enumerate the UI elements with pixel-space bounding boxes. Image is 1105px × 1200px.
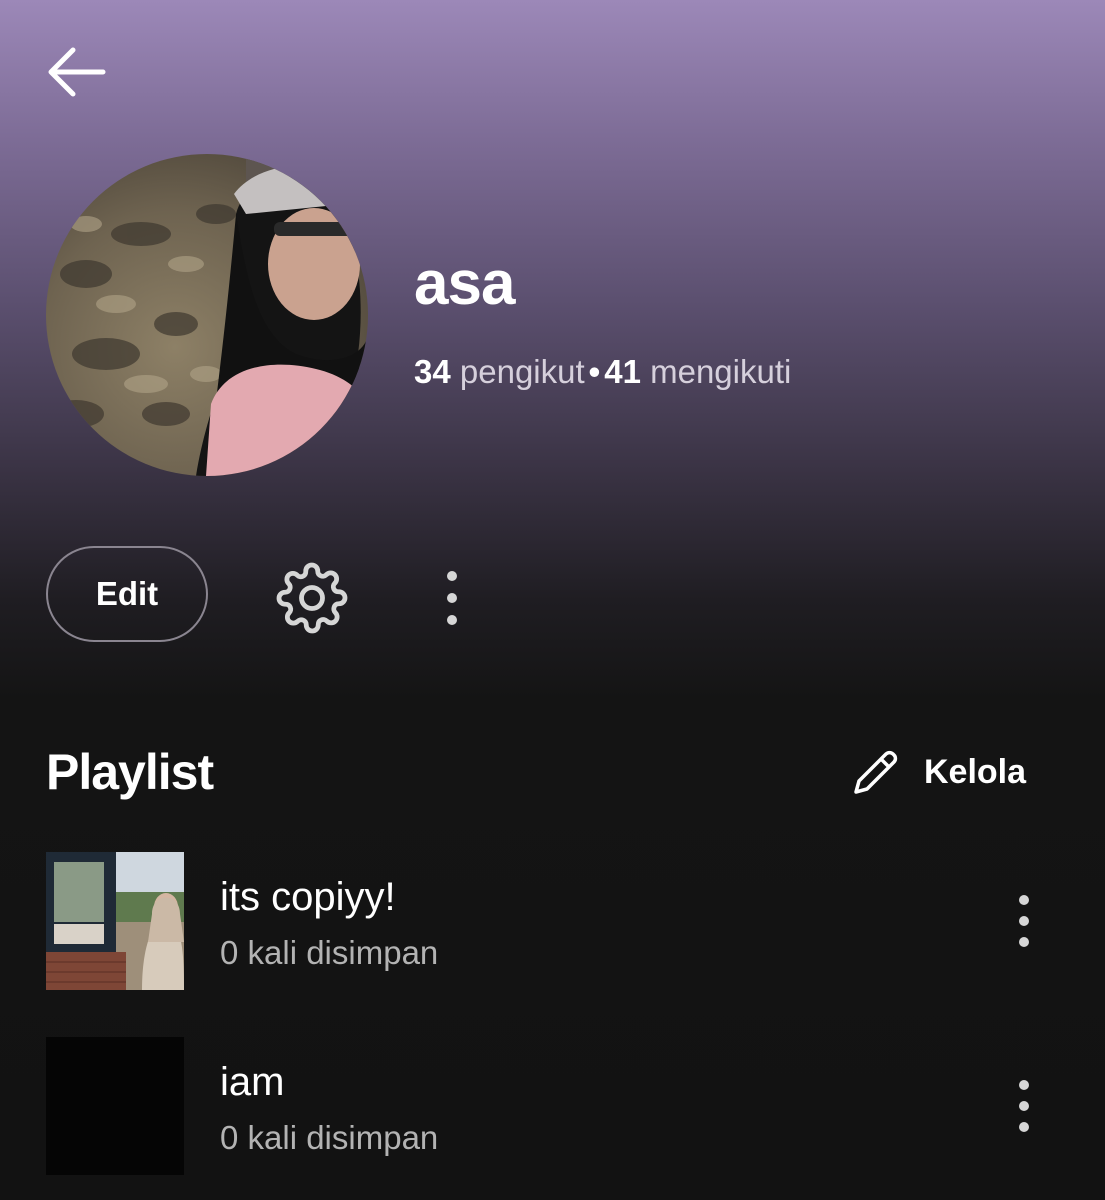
playlist-subtitle: 0 kali disimpan <box>220 934 439 971</box>
playlist-thumbnail <box>46 1037 184 1175</box>
manage-label: Kelola <box>924 752 1027 791</box>
avatar[interactable] <box>46 154 368 476</box>
playlist-heading: Playlist <box>46 744 214 800</box>
playlist-title: iam <box>220 1060 285 1104</box>
more-vertical-icon <box>1019 1080 1029 1132</box>
manage-button[interactable]: Kelola <box>850 740 1026 804</box>
arrow-left-icon <box>48 47 106 97</box>
following-count: 41 <box>604 353 641 390</box>
followers-count: 34 <box>414 353 451 390</box>
playlist-thumbnail <box>46 852 184 990</box>
more-button[interactable] <box>420 558 484 638</box>
more-vertical-icon <box>447 571 457 625</box>
stats-separator: • <box>588 353 601 390</box>
photo-thumbnail <box>46 852 184 990</box>
following-label: mengikuti <box>650 353 792 390</box>
playlist-item[interactable]: its copiyy! 0 kali disimpan <box>46 852 1056 990</box>
followers-label: pengikut <box>459 353 585 390</box>
more-vertical-icon <box>1019 895 1029 947</box>
follow-stats[interactable]: 34 pengikut • 41 mengikuti <box>414 350 791 394</box>
playlist-title: its copiyy! <box>220 875 396 919</box>
black-thumbnail <box>46 1037 184 1175</box>
gear-icon <box>276 562 348 634</box>
edit-button[interactable]: Edit <box>46 546 208 642</box>
pencil-icon <box>854 750 898 794</box>
playlist-item[interactable]: iam 0 kali disimpan <box>46 1037 1056 1175</box>
settings-button[interactable] <box>272 558 352 638</box>
playlist-subtitle: 0 kali disimpan <box>220 1119 439 1156</box>
playlist-more-button[interactable] <box>996 1071 1052 1141</box>
profile-name: asa <box>414 249 515 318</box>
playlist-more-button[interactable] <box>996 886 1052 956</box>
profile-photo <box>46 154 368 476</box>
back-button[interactable] <box>40 36 112 108</box>
